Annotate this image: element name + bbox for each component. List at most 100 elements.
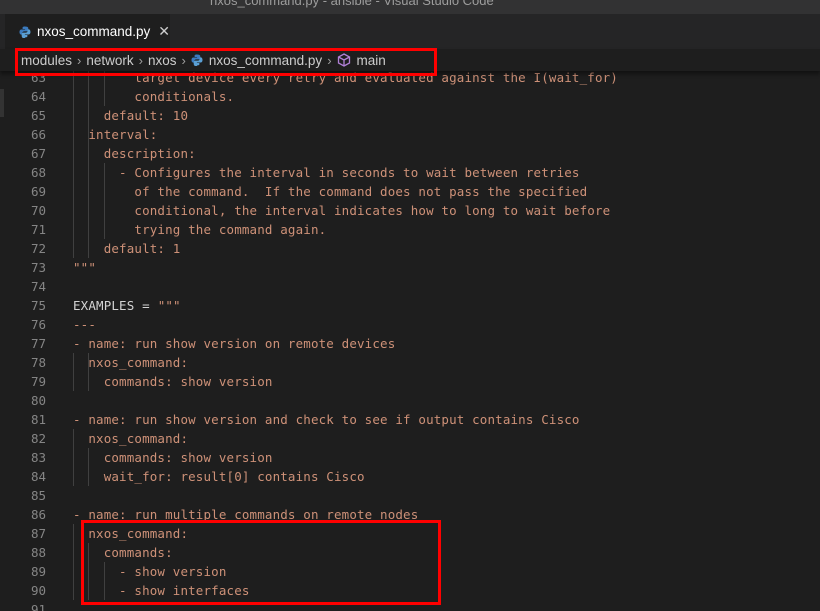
line-number: 85 (30, 488, 46, 503)
line-number: 69 (30, 184, 46, 199)
code-line[interactable]: 83 commands: show version (0, 448, 800, 467)
breadcrumb-item-file[interactable]: nxos_command.py (209, 53, 322, 68)
code-line[interactable]: 72 default: 1 (0, 239, 800, 258)
code-text: of the command. If the command does not … (73, 184, 588, 199)
indent-guide (88, 543, 90, 600)
chevron-right-icon: › (138, 52, 143, 68)
line-number: 65 (30, 108, 46, 123)
indent-guide (103, 562, 105, 600)
indent-guide (88, 68, 90, 258)
code-text: - show version (73, 564, 227, 579)
indent-guide (73, 429, 74, 486)
code-line[interactable]: 79 commands: show version (0, 372, 800, 391)
line-number: 80 (30, 393, 46, 408)
code-string-literal: """ (157, 298, 181, 313)
code-text: default: 10 (73, 108, 189, 123)
indent-guide (73, 524, 74, 600)
code-line[interactable]: 90 - show interfaces (0, 581, 800, 600)
code-line[interactable]: 75 EXAMPLES = """ (0, 296, 800, 315)
indent-guide (73, 68, 74, 258)
breadcrumb-item-network[interactable]: network (86, 53, 133, 68)
code-line[interactable]: 69 of the command. If the command does n… (0, 182, 800, 201)
code-line[interactable]: 91 (0, 600, 800, 611)
line-number: 79 (30, 374, 46, 389)
code-text: conditionals. (73, 89, 235, 104)
line-number: 91 (30, 602, 46, 611)
line-number: 90 (30, 583, 46, 598)
breadcrumb-item-nxos[interactable]: nxos (148, 53, 177, 68)
indent-guide (88, 353, 90, 391)
code-line[interactable]: 71 trying the command again. (0, 220, 800, 239)
line-number: 86 (30, 507, 46, 522)
code-text: nxos_command: (73, 526, 189, 541)
code-text: - name: run multiple commands on remote … (73, 507, 419, 522)
breadcrumb: modules › network › nxos › nxos_command.… (0, 49, 820, 71)
code-line[interactable]: 89 - show version (0, 562, 800, 581)
tab-bar: nxos_command.py ✕ (0, 14, 820, 49)
chevron-right-icon: › (181, 52, 186, 68)
code-line[interactable]: 82 nxos_command: (0, 429, 800, 448)
code-line[interactable]: 88 commands: (0, 543, 800, 562)
code-line[interactable]: 73 """ (0, 258, 800, 277)
code-text: - show interfaces (73, 583, 250, 598)
line-number: 89 (30, 564, 46, 579)
code-text: commands: show version (73, 450, 273, 465)
code-line[interactable]: 65 default: 10 (0, 106, 800, 125)
code-text: interval: (73, 127, 158, 142)
code-text: nxos_command: (73, 431, 189, 446)
line-number: 84 (30, 469, 46, 484)
code-text: - name: run show version on remote devic… (73, 336, 396, 351)
code-line[interactable]: 76 --- (0, 315, 800, 334)
title-bar: nxos_command.py - ansible - Visual Studi… (0, 0, 820, 14)
code-line[interactable]: 80 (0, 391, 800, 410)
code-text: wait_for: result[0] contains Cisco (73, 469, 365, 484)
line-number: 83 (30, 450, 46, 465)
code-line[interactable]: 85 (0, 486, 800, 505)
line-number: 76 (30, 317, 46, 332)
code-text: description: (73, 146, 196, 161)
line-number: 66 (30, 127, 46, 142)
code-line[interactable]: 86 - name: run multiple commands on remot… (0, 505, 800, 524)
tab-label: nxos_command.py (36, 24, 151, 39)
code-line[interactable]: 70 conditional, the interval indicates h… (0, 201, 800, 220)
code-line[interactable]: 78 nxos_command: (0, 353, 800, 372)
python-icon (19, 26, 31, 38)
code-line[interactable]: 84 wait_for: result[0] contains Cisco (0, 467, 800, 486)
line-number: 68 (30, 165, 46, 180)
window-title: nxos_command.py - ansible - Visual Studi… (210, 0, 494, 8)
code-line[interactable]: 66 interval: (0, 125, 800, 144)
line-number: 64 (30, 89, 46, 104)
code-text: - name: run show version and check to se… (73, 412, 580, 427)
line-number: 74 (30, 279, 46, 294)
breadcrumb-item-main[interactable]: main (357, 53, 386, 68)
line-number: 81 (30, 412, 46, 427)
code-text: commands: show version (73, 374, 273, 389)
indent-guide (103, 68, 105, 106)
line-number: 75 (30, 298, 46, 313)
line-number: 67 (30, 146, 46, 161)
chevron-right-icon: › (77, 52, 82, 68)
code-line[interactable]: 64 conditionals. (0, 87, 800, 106)
code-line[interactable]: 67 description: (0, 144, 800, 163)
code-line[interactable]: 68 - Configures the interval in seconds … (0, 163, 800, 182)
breadcrumb-item-modules[interactable]: modules (21, 53, 72, 68)
code-text: conditional, the interval indicates how … (73, 203, 611, 218)
code-line[interactable]: 77 - name: run show version on remote dev… (0, 334, 800, 353)
code-line[interactable]: 74 (0, 277, 800, 296)
code-editor[interactable]: 63 target device every retry and evaluat… (0, 68, 820, 611)
code-line[interactable]: 81 - name: run show version and check to … (0, 410, 800, 429)
python-icon (191, 54, 203, 66)
tab-nxos-command-py[interactable]: nxos_command.py ✕ (5, 14, 170, 49)
code-text: nxos_command: (73, 355, 189, 370)
line-number: 88 (30, 545, 46, 560)
line-number: 73 (30, 260, 46, 275)
code-text: --- (73, 317, 97, 332)
vertical-scrollbar[interactable] (806, 71, 820, 611)
indent-guide (103, 163, 105, 239)
line-number: 82 (30, 431, 46, 446)
code-line[interactable]: 87 nxos_command: (0, 524, 800, 543)
line-number: 78 (30, 355, 46, 370)
indent-guide (73, 353, 74, 391)
code-text: - Configures the interval in seconds to … (73, 165, 580, 180)
close-icon[interactable]: ✕ (158, 23, 170, 40)
